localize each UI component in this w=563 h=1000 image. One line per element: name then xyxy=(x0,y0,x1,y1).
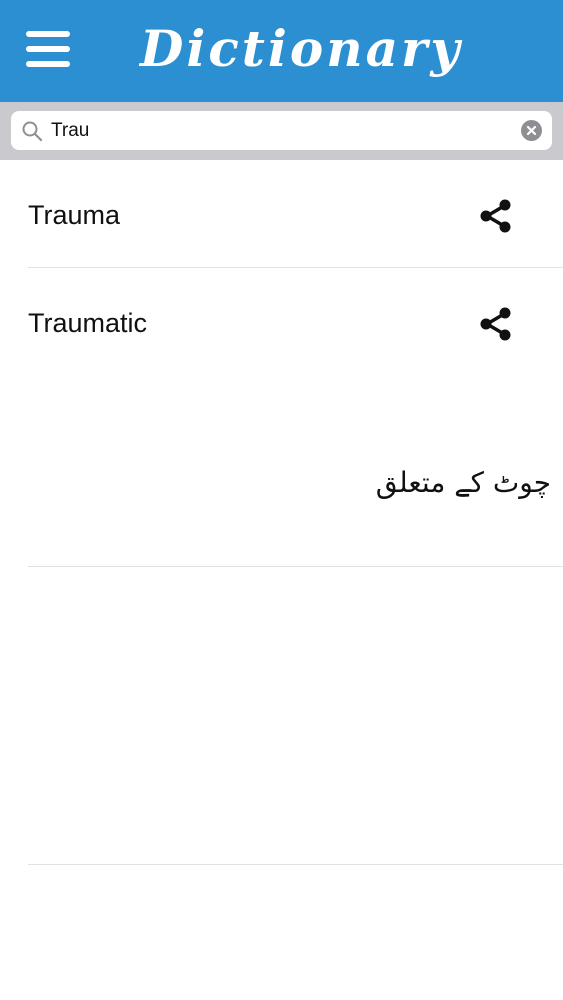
app-header: Dictionary xyxy=(0,0,563,102)
search-box[interactable] xyxy=(11,111,552,150)
list-item[interactable]: Trauma xyxy=(0,160,563,268)
app-title: Dictionary xyxy=(140,19,463,78)
hamburger-menu-icon[interactable] xyxy=(26,31,72,69)
menu-bar xyxy=(26,61,70,67)
empty-list-item xyxy=(0,567,563,865)
urdu-meaning: چوٹ کے متعلق xyxy=(375,466,551,499)
search-icon xyxy=(22,121,43,142)
word-label: Trauma xyxy=(28,200,121,230)
word-label: Traumatic xyxy=(28,308,148,338)
menu-bar xyxy=(26,46,70,52)
clear-search-icon[interactable] xyxy=(521,120,542,141)
list-item[interactable]: Traumatic چوٹ کے متعلق xyxy=(0,268,563,567)
share-icon[interactable] xyxy=(478,198,514,234)
search-bar xyxy=(0,102,563,160)
results-list: Trauma Traumatic چوٹ کے متعلق xyxy=(0,160,563,865)
divider xyxy=(28,864,563,865)
search-input[interactable] xyxy=(51,115,511,146)
share-icon[interactable] xyxy=(478,306,514,342)
menu-bar xyxy=(26,31,70,37)
